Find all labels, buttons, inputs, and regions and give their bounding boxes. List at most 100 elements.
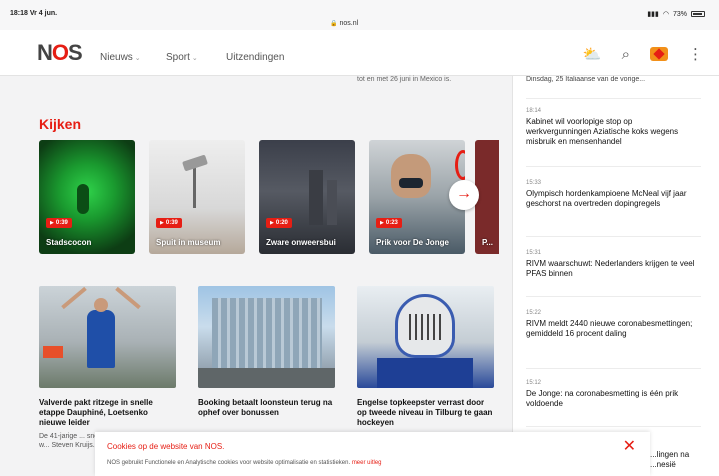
video-title: Stadscocon bbox=[46, 238, 92, 247]
play-icon: ▶ bbox=[380, 220, 384, 226]
sidebar-news-item[interactable]: 15:22 RIVM meldt 2440 nieuwe coronabesme… bbox=[526, 310, 696, 339]
weather-icon[interactable]: ⛅ bbox=[583, 45, 602, 63]
cyclist-shape bbox=[87, 310, 115, 368]
divider bbox=[526, 296, 701, 297]
nos-app-icon[interactable] bbox=[650, 47, 668, 61]
carousel-next-button[interactable]: → bbox=[449, 180, 479, 210]
video-thumbnail bbox=[309, 170, 323, 225]
news-time: 15:22 bbox=[526, 310, 542, 316]
main-content: tot en met 26 juni in Mexico is. Kijken … bbox=[0, 76, 510, 476]
nav-nieuws[interactable]: Nieuws ⌄ bbox=[100, 52, 141, 63]
top-navigation: NOS Nieuws ⌄ Sport ⌄ Uitzendingen ⛅ ⌕ ⋮ bbox=[0, 30, 719, 76]
building-shape bbox=[212, 298, 322, 368]
status-time: 18:18 Vr 4 jun. bbox=[10, 10, 58, 17]
video-duration-badge: ▶ 0:20 bbox=[266, 218, 292, 228]
video-card[interactable]: ▶ 0:20 Zware onweersbui bbox=[259, 140, 355, 254]
video-title: Spuit in museum bbox=[156, 238, 221, 247]
latest-news-sidebar: Dinsdag, 25 Italiaanse van de vorige... … bbox=[512, 76, 719, 476]
video-duration: 0:23 bbox=[385, 220, 398, 226]
logo-o: O bbox=[51, 40, 69, 65]
news-time: 15:33 bbox=[526, 180, 542, 186]
banner-shape bbox=[43, 346, 63, 358]
nav-sport[interactable]: Sport ⌄ bbox=[166, 52, 198, 63]
play-icon: ▶ bbox=[160, 220, 164, 226]
battery-percent: 73% bbox=[672, 10, 687, 18]
jersey-shape bbox=[377, 358, 473, 388]
kijken-heading: Kijken bbox=[39, 116, 82, 132]
cyclist-arm bbox=[61, 286, 87, 310]
video-title: Zware onweersbui bbox=[266, 238, 336, 247]
play-icon: ▶ bbox=[50, 220, 54, 226]
nav-sport-label: Sport bbox=[166, 52, 190, 63]
nav-nieuws-label: Nieuws bbox=[100, 52, 133, 63]
sidebar-item-cut[interactable]: Dinsdag, 25 Italiaanse van de vorige... bbox=[526, 76, 696, 84]
video-thumbnail bbox=[193, 162, 196, 208]
article-title: Valverde pakt ritzege in snelle etappe D… bbox=[39, 398, 153, 427]
sidebar-news-item[interactable]: 15:12 De Jonge: na coronabesmetting is é… bbox=[526, 380, 696, 409]
status-bar: 18:18 Vr 4 jun. 🔒 nos.nl ▮▮▮ ◠ 73% bbox=[0, 0, 719, 30]
video-thumbnail bbox=[77, 184, 89, 214]
face-mask bbox=[399, 178, 423, 188]
close-icon[interactable]: ✕ bbox=[623, 436, 636, 456]
wifi-icon: ◠ bbox=[662, 11, 669, 18]
nos-logo[interactable]: NOS bbox=[37, 40, 83, 66]
street-shape bbox=[198, 368, 335, 388]
signal-icon: ▮▮▮ bbox=[647, 11, 659, 18]
article-image bbox=[198, 286, 335, 388]
arrow-right-icon: → bbox=[456, 185, 472, 202]
status-icons: ▮▮▮ ◠ 73% bbox=[647, 10, 705, 18]
article-title: Engelse topkeepster verrast door op twee… bbox=[357, 398, 493, 427]
article-title: Booking betaalt loonsteun terug na ophef… bbox=[198, 398, 333, 417]
battery-icon bbox=[691, 11, 705, 17]
chevron-down-icon: ⌄ bbox=[134, 55, 141, 62]
lock-icon: 🔒 bbox=[330, 21, 338, 27]
divider bbox=[526, 98, 701, 99]
nav-uitzendingen-label: Uitzendingen bbox=[226, 52, 285, 63]
divider bbox=[526, 166, 701, 167]
cookie-description: NOS gebruikt Functionele en Analytische … bbox=[107, 460, 382, 466]
divider bbox=[526, 236, 701, 237]
video-card[interactable]: ▶ 0:39 Spuit in museum bbox=[149, 140, 245, 254]
search-icon[interactable]: ⌕ bbox=[622, 46, 630, 63]
logo-n: N bbox=[37, 40, 53, 65]
logo-s: S bbox=[68, 40, 83, 65]
address-bar[interactable]: 🔒 nos.nl bbox=[330, 20, 358, 27]
article-card[interactable]: Booking betaalt loonsteun terug na ophef… bbox=[198, 286, 335, 449]
divider bbox=[526, 426, 701, 427]
article-snippet: tot en met 26 juni in Mexico is. bbox=[357, 76, 452, 83]
cyclist-head bbox=[94, 298, 108, 312]
nav-actions: ⛅ ⌕ ⋮ bbox=[583, 45, 703, 64]
chevron-down-icon: ⌄ bbox=[191, 55, 198, 62]
news-headline: De Jonge: na coronabesmetting is één pri… bbox=[526, 389, 679, 408]
video-card[interactable]: ▶ 0:39 Stadscocon bbox=[39, 140, 135, 254]
address-text: nos.nl bbox=[339, 20, 359, 27]
article-image bbox=[357, 286, 494, 388]
article-image bbox=[39, 286, 176, 388]
nav-uitzendingen[interactable]: Uitzendingen bbox=[226, 52, 284, 63]
sidebar-news-item[interactable]: 15:31 RIVM waarschuwt: Nederlanders krij… bbox=[526, 250, 696, 279]
more-menu-icon[interactable]: ⋮ bbox=[688, 45, 703, 63]
play-icon: ▶ bbox=[270, 220, 274, 226]
cyclist-arm bbox=[115, 286, 141, 310]
video-duration-badge: ▶ 0:39 bbox=[46, 218, 72, 228]
video-title: P... bbox=[482, 238, 493, 247]
video-duration-badge: ▶ 0:39 bbox=[156, 218, 182, 228]
cookie-text: NOS gebruikt Functionele en Analytische … bbox=[107, 460, 351, 466]
news-headline: RIVM meldt 2440 nieuwe coronabesmettinge… bbox=[526, 319, 693, 338]
cookie-more-link[interactable]: meer uitleg bbox=[352, 460, 382, 466]
sidebar-item-peek[interactable]: ...lingen na ...nesië bbox=[650, 450, 689, 470]
news-headline: Kabinet wil voorlopige stop op werkvergu… bbox=[526, 117, 679, 146]
sidebar-news-item[interactable]: 18:14 Kabinet wil voorlopige stop op wer… bbox=[526, 108, 696, 147]
video-duration: 0:39 bbox=[55, 220, 68, 226]
news-time: 15:31 bbox=[526, 250, 542, 256]
news-headline: RIVM waarschuwt: Nederlanders krijgen te… bbox=[526, 259, 695, 278]
sidebar-news-item[interactable]: 15:33 Olympisch hordenkampioene McNeal v… bbox=[526, 180, 696, 209]
news-headline: Olympisch hordenkampioene McNeal vijf ja… bbox=[526, 189, 687, 208]
video-title: Prik voor De Jonge bbox=[376, 238, 449, 247]
video-thumbnail bbox=[391, 154, 431, 198]
news-time: 15:12 bbox=[526, 380, 542, 386]
news-time: 18:14 bbox=[526, 108, 542, 114]
face-guard bbox=[409, 314, 441, 340]
video-duration: 0:39 bbox=[165, 220, 178, 226]
video-duration: 0:20 bbox=[275, 220, 288, 226]
